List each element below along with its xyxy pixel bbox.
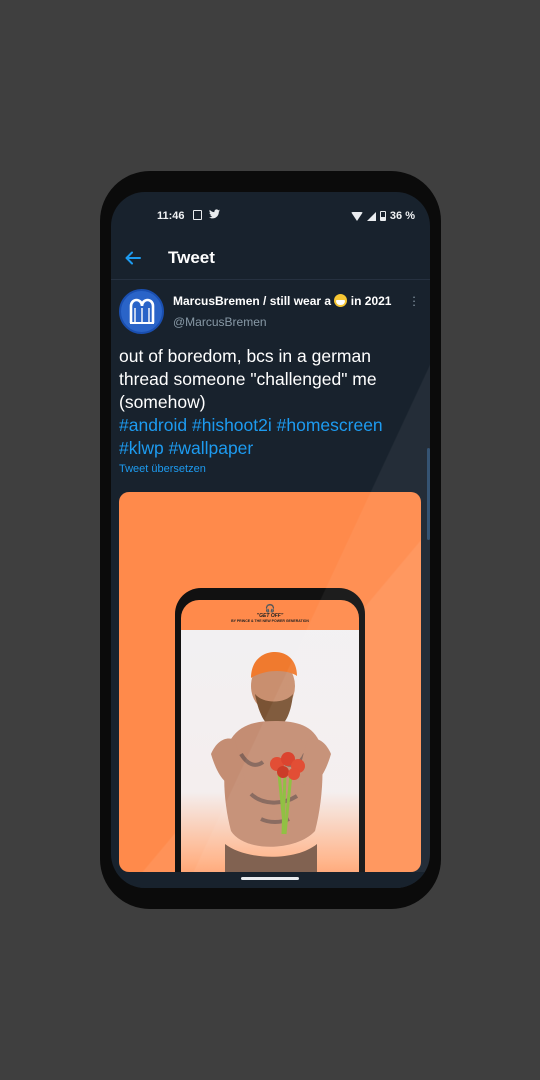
media-phone-screen: 🎧 "GET OFF" BY PRINCE & THE NEW POWER GE… (181, 600, 359, 872)
man-with-flowers-illustration (211, 652, 331, 872)
display-name-text: MarcusBremen / still wear a (173, 294, 332, 308)
app-bar: Tweet (111, 238, 430, 280)
mask-emoji-icon (334, 294, 348, 307)
signal-icon (366, 211, 376, 221)
phone-screen: 11:46 36 % Tweet MarcusBremen / still we… (111, 192, 430, 888)
more-options-icon[interactable]: · · · (411, 290, 417, 311)
media-phone-mockup: 🎧 "GET OFF" BY PRINCE & THE NEW POWER GE… (175, 588, 365, 872)
avatar-logo-icon (129, 298, 154, 324)
phone-frame: 11:46 36 % Tweet MarcusBremen / still we… (100, 171, 441, 909)
headphones-icon: 🎧 (265, 604, 275, 613)
battery-percent: 36 % (389, 210, 415, 222)
status-icons: 36 % (350, 210, 415, 222)
user-handle[interactable]: @MarcusBremen (173, 315, 267, 329)
translate-tweet-link[interactable]: Tweet übersetzen (119, 463, 206, 475)
album-subtitle: BY PRINCE & THE NEW POWER GENERATION (231, 619, 309, 623)
battery-icon (379, 211, 386, 221)
tweet-text: out of boredom, bcs in a german thread s… (119, 346, 377, 412)
album-photo (181, 630, 359, 872)
display-name-suffix: in 2021 (350, 294, 392, 308)
media-album-header: 🎧 "GET OFF" BY PRINCE & THE NEW POWER GE… (181, 600, 359, 630)
gesture-nav-bar (111, 872, 430, 888)
status-bar: 11:46 36 % (111, 192, 430, 238)
screenshot-icon (193, 210, 202, 220)
tweet-body: out of boredom, bcs in a german thread s… (119, 345, 419, 460)
home-gesture-handle[interactable] (241, 877, 299, 880)
tweet-hashtags[interactable]: #android #hishoot2i #homescreen #klwp #w… (119, 415, 383, 458)
tweet-media-image[interactable]: 🎧 "GET OFF" BY PRINCE & THE NEW POWER GE… (119, 492, 421, 872)
avatar[interactable] (119, 289, 164, 334)
page-title: Tweet (168, 248, 215, 267)
display-name[interactable]: MarcusBremen / still wear a in 2021 (173, 294, 391, 308)
twitter-icon (209, 208, 220, 222)
scrollbar[interactable] (427, 448, 430, 540)
back-arrow-icon[interactable] (123, 248, 143, 268)
status-time: 11:46 (157, 210, 185, 222)
wifi-icon (350, 211, 363, 221)
